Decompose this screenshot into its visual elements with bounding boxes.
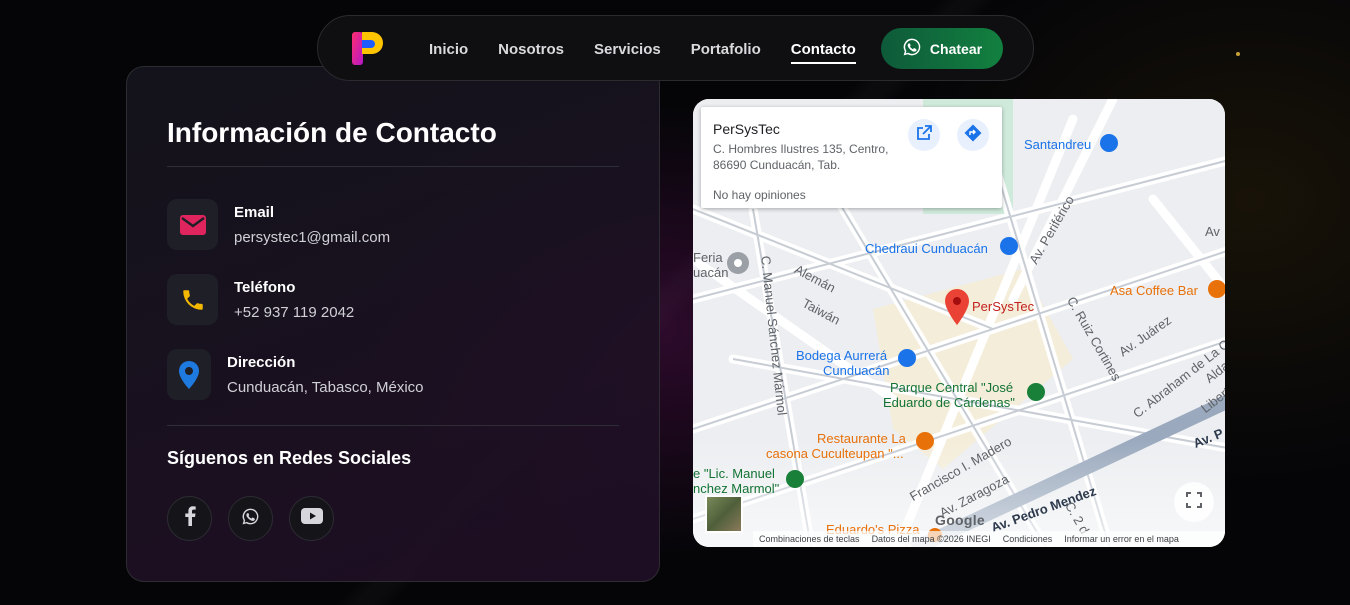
divider — [167, 425, 619, 426]
decorative-dot — [1236, 52, 1240, 56]
place-name: PerSysTec — [713, 121, 780, 137]
address-label: Dirección — [227, 353, 296, 371]
map-label-feria-2: uacán — [693, 265, 729, 280]
navbar: Inicio Nosotros Servicios Portafolio Con… — [317, 15, 1034, 81]
map-label-bodega-2[interactable]: Cunduacán — [823, 363, 890, 378]
map-label-feria: Feria — [693, 250, 723, 265]
directions-button[interactable] — [957, 119, 989, 151]
place-reviews[interactable]: No hay opiniones — [713, 188, 806, 202]
map-label-lic-manuel-2[interactable]: nchez Marmol" — [693, 481, 779, 496]
chatear-button[interactable]: Chatear — [881, 28, 1003, 69]
fullscreen-icon — [1184, 490, 1204, 515]
map-label-restaurante-2[interactable]: casona Cuculteupan "... — [766, 446, 904, 461]
email-row: Email persystec1@gmail.com — [167, 199, 390, 250]
place-info-card: PerSysTec C. Hombres Ilustres 135, Centr… — [701, 107, 1002, 208]
google-logo: Google — [935, 512, 986, 528]
location-pin-icon — [167, 349, 211, 400]
map-label-av-right: Av — [1205, 224, 1220, 239]
map-label-lic-manuel[interactable]: e "Lic. Manuel — [693, 466, 775, 481]
email-icon — [167, 199, 218, 250]
map-label-santandreu[interactable]: Santandreu — [1024, 137, 1091, 152]
place-address: C. Hombres Ilustres 135, Centro, 86690 C… — [713, 142, 889, 172]
nav-link-inicio[interactable]: Inicio — [429, 41, 468, 58]
contact-title: Información de Contacto — [167, 117, 497, 148]
email-label: Email — [234, 203, 275, 221]
terms-link[interactable]: Condiciones — [1003, 534, 1053, 544]
whatsapp-icon — [241, 507, 260, 531]
fullscreen-button[interactable] — [1174, 482, 1214, 522]
youtube-icon — [300, 508, 323, 529]
phone-icon — [167, 274, 218, 325]
whatsapp-button[interactable] — [228, 496, 273, 541]
social-links — [167, 496, 334, 541]
map-marker-label[interactable]: PerSysTec — [972, 299, 1034, 314]
whatsapp-icon — [902, 37, 922, 60]
directions-icon — [964, 124, 982, 147]
report-error-link[interactable]: Informar un error en el mapa — [1064, 534, 1179, 544]
social-title: Síguenos en Redes Sociales — [167, 448, 412, 468]
phone-label: Teléfono — [234, 278, 296, 296]
facebook-button[interactable] — [167, 496, 212, 541]
satellite-toggle[interactable] — [705, 495, 743, 533]
map-label-parque[interactable]: Parque Central "José — [890, 380, 1013, 395]
open-in-maps-button[interactable] — [908, 119, 940, 151]
map-label-asa[interactable]: Asa Coffee Bar — [1110, 283, 1198, 298]
external-link-icon — [916, 124, 932, 146]
phone-value[interactable]: +52 937 119 2042 — [234, 304, 354, 321]
nav-link-contacto[interactable]: Contacto — [790, 41, 856, 64]
youtube-button[interactable] — [289, 496, 334, 541]
map-label-parque-2[interactable]: Eduardo de Cárdenas" — [883, 395, 1015, 410]
google-map[interactable]: Santandreu Chedraui Cunduacán Feria uacá… — [693, 99, 1225, 547]
phone-row: Teléfono +52 937 119 2042 — [167, 274, 354, 325]
map-label-chedraui[interactable]: Chedraui Cunduacán — [865, 241, 988, 256]
nav-link-servicios[interactable]: Servicios — [594, 41, 661, 58]
persystec-logo[interactable] — [348, 29, 388, 69]
map-footer: Combinaciones de teclas Datos del mapa ©… — [753, 531, 1225, 547]
nav-link-nosotros[interactable]: Nosotros — [498, 41, 564, 58]
divider — [167, 166, 619, 167]
keyboard-shortcuts-link[interactable]: Combinaciones de teclas — [759, 534, 860, 544]
map-label-bodega[interactable]: Bodega Aurrerá — [796, 348, 887, 363]
email-value[interactable]: persystec1@gmail.com — [234, 229, 390, 246]
address-value: Cunduacán, Tabasco, México — [227, 378, 424, 396]
contact-info-card: Información de Contacto Email persystec1… — [126, 66, 660, 582]
nav-link-portafolio[interactable]: Portafolio — [691, 41, 761, 58]
map-label-restaurante[interactable]: Restaurante La — [817, 431, 906, 446]
map-data-text: Datos del mapa ©2026 INEGI — [871, 534, 991, 544]
address-row: Dirección Cunduacán, Tabasco, México — [167, 349, 424, 400]
nav-links: Inicio Nosotros Servicios Portafolio Con… — [429, 16, 886, 82]
facebook-icon — [184, 506, 196, 531]
chatear-label: Chatear — [929, 40, 983, 57]
